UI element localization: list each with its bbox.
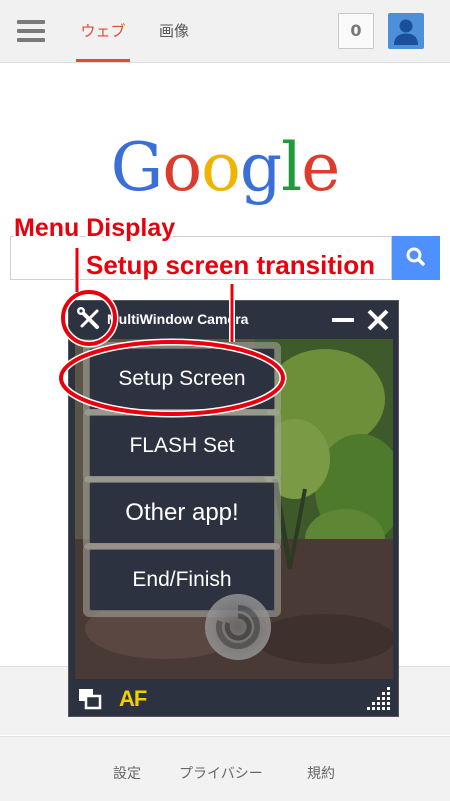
logo-letter: o (162, 129, 202, 206)
menu-setup-screen-button[interactable]: Setup Screen (89, 348, 275, 410)
menu-flash-set-button[interactable]: FLASH Set (89, 415, 275, 477)
google-logo: Google (0, 128, 450, 208)
close-icon[interactable] (365, 307, 391, 333)
avatar[interactable] (388, 13, 424, 49)
footer-link-terms[interactable]: 規約 (307, 763, 335, 783)
camera-window-title: MultiWindow Camera (107, 311, 249, 327)
minimize-icon[interactable] (331, 309, 355, 331)
resize-grip-icon[interactable] (365, 685, 393, 713)
annotation-menu-display: Menu Display (14, 214, 176, 242)
camera-preview[interactable]: Setup Screen FLASH Set Other app! End/Fi… (75, 339, 393, 679)
search-button[interactable] (392, 236, 440, 280)
wrench-screwdriver-icon[interactable] (75, 305, 103, 333)
logo-letter: l (281, 129, 302, 206)
tab-images[interactable]: 画像 (150, 0, 198, 62)
autofocus-toggle[interactable]: AF (119, 686, 147, 712)
hamburger-menu-icon[interactable] (17, 20, 45, 42)
logo-letter: G (110, 129, 164, 206)
window-switch-icon[interactable] (77, 687, 103, 711)
notification-count-button[interactable]: 0 (338, 13, 374, 49)
logo-letter: g (239, 129, 282, 206)
shutter-button[interactable] (205, 594, 271, 660)
logo-letter: e (301, 129, 340, 206)
footer: 設定 プライバシー 規約 (0, 736, 450, 801)
shutter-icon (216, 605, 260, 649)
top-bar: ウェブ 画像 0 (0, 0, 450, 63)
logo-letter: o (201, 129, 241, 206)
tab-web[interactable]: ウェブ (76, 0, 130, 62)
search-icon (406, 247, 425, 266)
user-icon (394, 19, 418, 45)
footer-link-settings[interactable]: 設定 (113, 763, 141, 783)
annotation-setup-screen-transition: Setup screen transition (86, 250, 375, 280)
multiwindow-camera-window[interactable]: MultiWindow Camera Setup Screen FLASH Se… (68, 300, 399, 717)
footer-link-privacy[interactable]: プライバシー (179, 763, 263, 783)
menu-other-app-button[interactable]: Other app! (89, 482, 275, 544)
